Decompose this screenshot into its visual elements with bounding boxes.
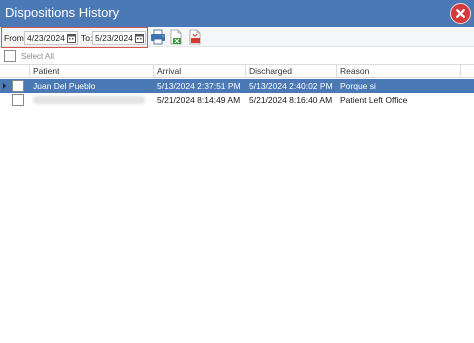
- export-pdf-icon: [189, 29, 201, 45]
- column-header-discharged[interactable]: Discharged: [246, 65, 337, 78]
- title-bar: Dispositions History: [0, 0, 474, 27]
- cell-discharged: 5/21/2024 8:16:40 AM: [249, 95, 333, 105]
- cell-arrival: 5/21/2024 8:14:49 AM: [157, 95, 241, 105]
- grid-header: Patient Arrival Discharged Reason: [0, 64, 474, 78]
- select-all-label: Select All: [21, 52, 54, 61]
- printer-icon: [151, 29, 165, 45]
- window-title: Dispositions History: [5, 5, 120, 20]
- close-button[interactable]: [450, 3, 471, 24]
- toolbar: From: 4/23/2024 To: 5/23/2024: [0, 27, 474, 48]
- cell-patient: Juan Del Pueblo: [33, 81, 96, 91]
- date-range-highlight: From: 4/23/2024 To: 5/23/2024: [1, 27, 148, 48]
- column-header-patient[interactable]: Patient: [30, 65, 154, 78]
- row-checkbox[interactable]: [12, 94, 24, 106]
- column-header-reason[interactable]: Reason: [337, 65, 461, 78]
- export-excel-icon: [170, 29, 182, 45]
- cell-discharged: 5/13/2024 2:40:02 PM: [249, 81, 333, 91]
- to-label: To:: [81, 33, 93, 43]
- table-row[interactable]: Juan Del Pueblo 5/13/2024 2:37:51 PM 5/1…: [0, 79, 474, 93]
- cell-reason: Patient Left Office: [340, 95, 408, 105]
- from-date-field[interactable]: 4/23/2024: [24, 31, 78, 45]
- calendar-icon[interactable]: [135, 33, 144, 43]
- print-button[interactable]: [150, 29, 166, 45]
- column-header-arrival[interactable]: Arrival: [154, 65, 246, 78]
- table-row[interactable]: 5/21/2024 8:14:49 AM 5/21/2024 8:16:40 A…: [0, 93, 474, 107]
- from-date-value: 4/23/2024: [27, 33, 65, 43]
- from-label: From:: [4, 33, 27, 43]
- redacted-patient-name: [33, 96, 145, 104]
- to-date-value: 5/23/2024: [95, 33, 133, 43]
- dispositions-grid: Patient Arrival Discharged Reason Juan D…: [0, 64, 474, 343]
- current-row-indicator-icon: [3, 83, 6, 89]
- select-all-checkbox[interactable]: [4, 50, 16, 62]
- cell-arrival: 5/13/2024 2:37:51 PM: [157, 81, 241, 91]
- close-icon: [456, 9, 465, 18]
- calendar-icon[interactable]: [67, 33, 76, 43]
- to-date-field[interactable]: 5/23/2024: [92, 31, 146, 45]
- header-select: [0, 65, 30, 78]
- cell-reason: Porque si: [340, 81, 376, 91]
- row-checkbox[interactable]: [12, 80, 24, 92]
- export-pdf-button[interactable]: [187, 29, 203, 45]
- export-excel-button[interactable]: [168, 29, 184, 45]
